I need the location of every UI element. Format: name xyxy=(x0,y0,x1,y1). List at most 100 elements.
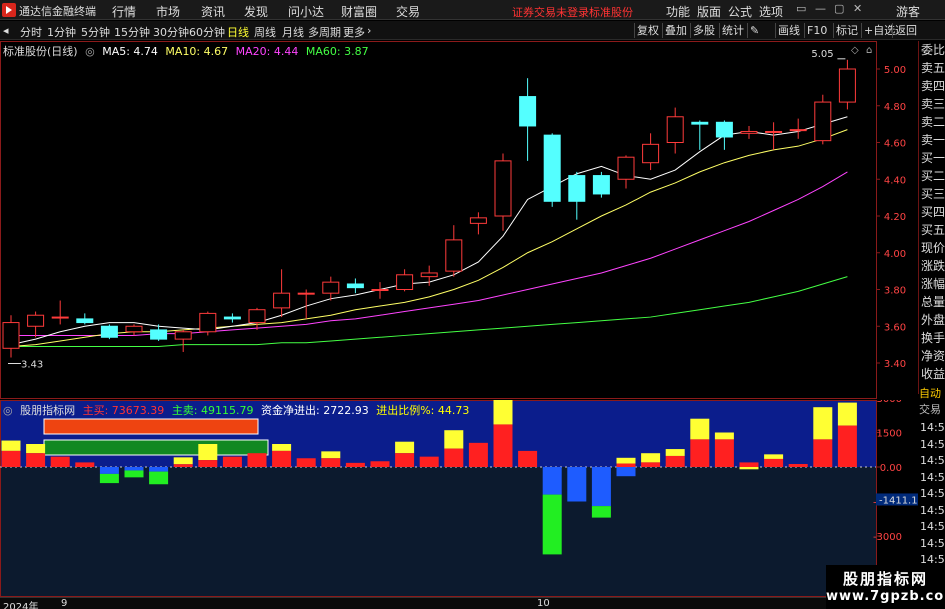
price-tick-label: 3.80 xyxy=(884,286,906,297)
menu-discover[interactable]: 发现 xyxy=(244,3,268,20)
candle-body xyxy=(838,68,856,103)
candle-body xyxy=(568,175,586,202)
flow-bar-red xyxy=(247,453,267,467)
window-icon[interactable]: ▭ xyxy=(796,2,806,15)
tick-time: 14:56 xyxy=(920,437,945,451)
flow-bar-yellow xyxy=(616,457,636,464)
menu-market[interactable]: 市场 xyxy=(156,3,180,20)
user-guest[interactable]: 游客 xyxy=(896,3,920,20)
arrow-left-icon[interactable]: ◂ xyxy=(3,24,9,37)
period-5min[interactable]: 5分钟 xyxy=(81,24,110,40)
indicator-chart-svg[interactable]: 300015000.00-1500-3000-1411.14 xyxy=(0,400,918,597)
menu-quotes[interactable]: 行情 xyxy=(112,3,136,20)
quote-label: 净资 xyxy=(921,349,945,363)
tool-adjust[interactable]: 复权 xyxy=(634,23,661,38)
flow-bar-yellow xyxy=(444,430,464,449)
menu-formula[interactable]: 公式 xyxy=(728,3,752,20)
candle-body xyxy=(322,281,340,294)
period-monthly[interactable]: 月线 xyxy=(282,24,304,40)
candle-body xyxy=(76,318,94,324)
negative-zone xyxy=(0,467,876,597)
settings-icon[interactable]: ◎ xyxy=(85,45,95,58)
period-60min[interactable]: 60分钟 xyxy=(189,24,225,40)
tick-time: 14:56 xyxy=(920,536,945,550)
candle-body xyxy=(592,175,610,195)
kline-chart-svg[interactable]: 5.00 4.80 4.60 4.40 4.20 4.00 3.80 3.60 3.40 5.05… xyxy=(0,41,918,399)
period-30min[interactable]: 30分钟 xyxy=(153,24,189,40)
indicator-chart[interactable]: 300015000.00-1500-3000-1411.14 ◎ 股朋指标网 主… xyxy=(0,400,918,597)
flow-bar-blue xyxy=(542,467,562,495)
menu-wealth-circle[interactable]: 财富圈 xyxy=(341,3,377,20)
menu-assistant[interactable]: 问小达 xyxy=(288,3,324,20)
auto-tab[interactable]: 自动 xyxy=(918,386,945,402)
quote-label: 买一 xyxy=(921,151,945,165)
chart-frame xyxy=(0,41,877,399)
tool-draw[interactable]: 画线 xyxy=(775,23,802,38)
flow-bar-yellow xyxy=(198,444,218,461)
legend-sell-bar xyxy=(43,439,269,456)
menu-bar: 通达信金融终端 行情 市场 资讯 发现 问小达 财富圈 交易 证券交易未登录 标… xyxy=(0,0,945,20)
candle-body xyxy=(396,274,414,291)
price-tick-label: 4.20 xyxy=(884,212,906,223)
close-icon[interactable]: ✕ xyxy=(853,2,862,15)
high-price-label: 5.05 xyxy=(811,49,833,60)
stock-info: 标准股份(日线) ◎ MA5: 4.74 MA10: 4.67 MA20: 4.… xyxy=(3,43,373,59)
period-daily[interactable]: 日线 xyxy=(227,24,249,40)
period-tick[interactable]: 分时 xyxy=(20,24,42,40)
period-15min[interactable]: 15分钟 xyxy=(114,24,150,40)
flow-bar-yellow xyxy=(665,449,685,456)
tool-stats[interactable]: 统计 xyxy=(719,23,746,38)
year-label: 2024年 xyxy=(3,602,39,609)
price-tick-label: 4.60 xyxy=(884,139,906,150)
period-weekly[interactable]: 周线 xyxy=(254,24,276,40)
flow-bar-red xyxy=(395,453,415,467)
flow-bar-red xyxy=(296,458,316,467)
net-flow-label: 资金净进出: 2722.93 xyxy=(261,404,369,417)
period-1min[interactable]: 1分钟 xyxy=(47,24,76,40)
chevron-right-icon[interactable]: › xyxy=(367,24,371,37)
ma20-label: MA20: 4.44 xyxy=(235,45,299,58)
indicator-settings-icon[interactable]: ◎ xyxy=(3,404,13,417)
quote-label: 卖一 xyxy=(921,133,945,147)
flow-bar-yellow xyxy=(26,444,46,454)
quote-label: 卖四 xyxy=(921,79,945,93)
stock-title[interactable]: 标准股份(日线) xyxy=(3,45,78,58)
period-multi[interactable]: 多周期 xyxy=(308,24,341,40)
tool-f10[interactable]: F10 xyxy=(804,23,829,38)
flow-bar-red xyxy=(321,458,341,467)
flow-bar-blue xyxy=(567,467,587,502)
tool-overlay[interactable]: 叠加 xyxy=(662,23,689,38)
login-notice[interactable]: 证券交易未登录 xyxy=(512,4,589,20)
tool-mark[interactable]: 标记 xyxy=(833,23,860,38)
menu-trade[interactable]: 交易 xyxy=(396,3,420,20)
kline-chart[interactable]: 5.00 4.80 4.60 4.40 4.20 4.00 3.80 3.60 3.40 5.05… xyxy=(0,41,918,399)
flow-bar-red xyxy=(690,439,710,467)
menu-options[interactable]: 选项 xyxy=(759,3,783,20)
flow-bar-yellow xyxy=(837,402,857,426)
flow-bar-blue xyxy=(99,467,119,474)
flow-bar-red xyxy=(50,456,70,467)
flow-bar-blue xyxy=(124,467,144,471)
trade-tab[interactable]: 交易 xyxy=(918,402,945,418)
flow-bar-red xyxy=(370,461,390,467)
period-more[interactable]: 更多 xyxy=(343,24,365,40)
quote-label: 买四 xyxy=(921,205,945,219)
quote-label: 卖二 xyxy=(921,115,945,129)
low-price-label: 3.43 xyxy=(21,359,43,370)
flow-bar-green xyxy=(591,506,611,518)
minimize-icon[interactable]: — xyxy=(815,2,826,15)
tool-multi-stock[interactable]: 多股 xyxy=(690,23,717,38)
menu-news[interactable]: 资讯 xyxy=(201,3,225,20)
tool-back[interactable]: 返回 xyxy=(892,23,919,38)
candle-body xyxy=(248,309,266,324)
restore-icon[interactable]: ▢ xyxy=(834,2,844,15)
flow-bar-yellow xyxy=(493,400,513,425)
quote-label: 卖三 xyxy=(921,97,945,111)
menu-layout[interactable]: 版面 xyxy=(697,3,721,20)
quote-label: 现价 xyxy=(921,241,945,255)
indicator-title[interactable]: 股朋指标网 xyxy=(20,404,75,417)
flow-bar-red xyxy=(272,450,292,467)
sub-tick-label: -3000 xyxy=(873,532,902,543)
pencil-icon[interactable]: ✎ xyxy=(747,23,761,38)
menu-function[interactable]: 功能 xyxy=(666,3,690,20)
